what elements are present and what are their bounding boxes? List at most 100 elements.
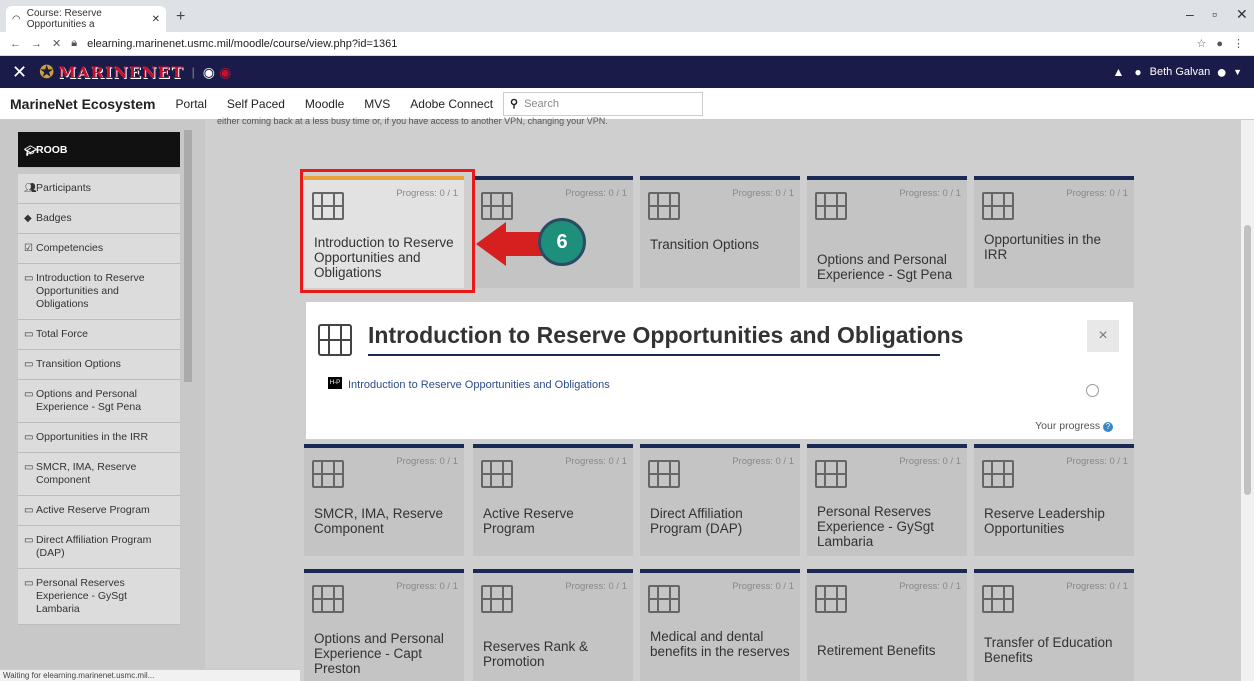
- your-progress-label: Your progress: [1035, 420, 1101, 432]
- activity-link[interactable]: Introduction to Reserve Opportunities an…: [348, 379, 610, 391]
- sidebar-item-transition-options[interactable]: ▭ Transition Options: [18, 350, 180, 380]
- star-icon[interactable]: ☆: [1196, 37, 1206, 50]
- help-icon[interactable]: ?: [1103, 422, 1113, 432]
- tab-close-icon[interactable]: ✕: [152, 14, 160, 25]
- loading-icon: ◠: [12, 13, 21, 25]
- nav-link-portal[interactable]: Portal: [166, 97, 217, 111]
- marinenet-logo[interactable]: MARINENET: [58, 63, 183, 82]
- window-close-icon[interactable]: ✕: [1236, 6, 1248, 23]
- sidebar-item-gysgt-lambaria[interactable]: ▭ Personal Reserves Experience - GySgt La…: [18, 569, 180, 625]
- sidebar-item-label: Direct Affiliation Program (DAP): [36, 534, 152, 559]
- sidebar-item-dap[interactable]: ▭ Direct Affiliation Program (DAP): [18, 526, 180, 569]
- bell-icon[interactable]: ▲: [1113, 65, 1125, 79]
- folder-icon: ▭: [24, 329, 34, 340]
- film-icon-line: [481, 473, 513, 475]
- tile-gysgt-lambaria[interactable]: Progress: 0 / 1 Personal Reserves Experie…: [807, 444, 967, 556]
- close-button[interactable]: ×: [1087, 320, 1119, 352]
- sidebar-item-badges[interactable]: ◆ Badges: [18, 204, 180, 234]
- shield-icon: ◆: [24, 213, 32, 224]
- progress-label: Progress: 0 / 1: [565, 188, 627, 199]
- sidebar-header[interactable]: 🎓︎ ROOB: [18, 132, 180, 168]
- progress-label: Progress: 0 / 1: [899, 456, 961, 467]
- progress-label: Progress: 0 / 1: [396, 581, 458, 592]
- step-badge: 6: [538, 218, 586, 266]
- check-icon: ☑: [24, 243, 33, 254]
- tile-active-reserve[interactable]: Progress: 0 / 1 Active Reserve Program: [473, 444, 633, 556]
- tile-title: Direct Affiliation Program (DAP): [650, 506, 743, 536]
- tile-dap[interactable]: Progress: 0 / 1 Direct Affiliation Progra…: [640, 444, 800, 556]
- page-scrollbar-thumb[interactable]: [1244, 225, 1251, 495]
- back-icon[interactable]: ←: [10, 38, 21, 50]
- tile-smcr[interactable]: Progress: 0 / 1 SMCR, IMA, Reserve Compon…: [304, 444, 464, 556]
- tile-irr[interactable]: Progress: 0 / 1 Opportunities in the IRR: [974, 176, 1134, 288]
- divider: |: [191, 65, 195, 79]
- restore-icon[interactable]: ▫: [1212, 6, 1217, 22]
- stop-icon[interactable]: ✕: [52, 37, 61, 50]
- sidebar-item-competencies[interactable]: ☑ Competencies: [18, 234, 180, 264]
- tile-medical-dental[interactable]: Progress: 0 / 1 Medical and dental benefi…: [640, 569, 800, 681]
- sidebar-item-label: Introduction to Reserve Opportunities an…: [36, 272, 145, 310]
- url-field[interactable]: elearning.marinenet.usmc.mil/moodle/cour…: [87, 38, 397, 50]
- tile-education-benefits[interactable]: Progress: 0 / 1 Transfer of Education Ben…: [974, 569, 1134, 681]
- sidebar-item-total-force[interactable]: ▭ Total Force: [18, 320, 180, 350]
- progress-label: Progress: 0 / 1: [899, 581, 961, 592]
- progress-label: Progress: 0 / 1: [899, 188, 961, 199]
- sidebar-item-active-reserve[interactable]: ▭ Active Reserve Program: [18, 496, 180, 526]
- film-icon-line: [815, 205, 847, 207]
- close-sidebar-icon[interactable]: ✕: [0, 62, 39, 83]
- activity-modal: Introduction to Reserve Opportunities an…: [306, 302, 1133, 439]
- brand[interactable]: MarineNet Ecosystem: [0, 96, 166, 112]
- avatar[interactable]: ●: [1216, 62, 1227, 83]
- sidebar-scrollbar[interactable]: [184, 130, 192, 382]
- sidebar-item-label: SMCR, IMA, Reserve Component: [36, 461, 137, 486]
- minimize-icon[interactable]: –: [1186, 6, 1194, 22]
- eagle-globe-anchor-icon: ✪: [39, 61, 55, 82]
- sidebar-item-participants[interactable]: 👥︎ Participants: [18, 174, 180, 204]
- tile-leadership[interactable]: Progress: 0 / 1 Reserve Leadership Opport…: [974, 444, 1134, 556]
- tile-title: Active Reserve Program: [483, 506, 574, 536]
- nav-link-mvs[interactable]: MVS: [354, 97, 400, 111]
- nav-link-moodle[interactable]: Moodle: [295, 97, 354, 111]
- user-name[interactable]: Beth Galvan: [1150, 66, 1211, 78]
- nav-link-adobe-connect[interactable]: Adobe Connect: [400, 97, 503, 111]
- profile-icon[interactable]: ●: [1216, 38, 1223, 50]
- search-input[interactable]: ⚲ Search: [503, 91, 704, 116]
- chat-icon[interactable]: ●: [1134, 65, 1141, 79]
- tile-capt-preston[interactable]: Progress: 0 / 1 Options and Personal Expe…: [304, 569, 464, 681]
- completion-checkbox[interactable]: [1086, 384, 1099, 397]
- tile-retirement[interactable]: Progress: 0 / 1 Retirement Benefits: [807, 569, 967, 681]
- progress-label: Progress: 0 / 1: [1066, 188, 1128, 199]
- hp-icon: H-P: [328, 377, 342, 389]
- tile-rank-promotion[interactable]: Progress: 0 / 1 Reserves Rank & Promotion: [473, 569, 633, 681]
- new-tab-button[interactable]: +: [176, 8, 185, 26]
- sidebar-item-label: Active Reserve Program: [36, 504, 150, 516]
- progress-label: Progress: 0 / 1: [732, 188, 794, 199]
- menu-icon[interactable]: ⋮: [1233, 37, 1244, 50]
- chevron-down-icon[interactable]: ▼: [1233, 67, 1242, 77]
- tile-title: Transition Options: [650, 237, 760, 252]
- folder-icon: ▭: [24, 273, 34, 284]
- sidebar-item-smcr[interactable]: ▭ SMCR, IMA, Reserve Component: [18, 453, 180, 496]
- sidebar-item-introduction[interactable]: ▭ Introduction to Reserve Opportunities a…: [18, 264, 180, 320]
- sidebar-item-label: Badges: [36, 212, 72, 224]
- status-bar: Waiting for elearning.marinenet.usmc.mil…: [0, 669, 300, 681]
- forward-icon[interactable]: →: [31, 38, 42, 50]
- browser-tab[interactable]: ◠ Course: Reserve Opportunities a ✕: [6, 6, 166, 32]
- film-icon-line: [982, 205, 1014, 207]
- film-icon: [318, 324, 352, 356]
- search-placeholder: Search: [524, 97, 559, 110]
- sidebar-item-options-sgt-pena[interactable]: ▭ Options and Personal Experience - Sgt P…: [18, 380, 180, 423]
- folder-icon: ▭: [24, 462, 34, 473]
- tile-options-sgt-pena[interactable]: Progress: 0 / 1 Options and Personal Expe…: [807, 176, 967, 288]
- sidebar-item-irr[interactable]: ▭ Opportunities in the IRR: [18, 423, 180, 453]
- browser-tabstrip: ◠ Course: Reserve Opportunities a ✕ + – …: [0, 0, 1254, 32]
- sidebar-item-label: Opportunities in the IRR: [36, 431, 149, 443]
- tile-title: Reserves Rank & Promotion: [483, 639, 589, 669]
- tile-transition-options[interactable]: Progress: 0 / 1 Transition Options: [640, 176, 800, 288]
- search-icon: ⚲: [510, 98, 519, 110]
- tile-title: Reserve Leadership Opportunities: [984, 506, 1105, 536]
- sidebar-item-label: Transition Options: [36, 358, 121, 370]
- progress-label: Progress: 0 / 1: [565, 456, 627, 467]
- nav-link-self-paced[interactable]: Self Paced: [217, 97, 295, 111]
- film-icon-line: [481, 205, 513, 207]
